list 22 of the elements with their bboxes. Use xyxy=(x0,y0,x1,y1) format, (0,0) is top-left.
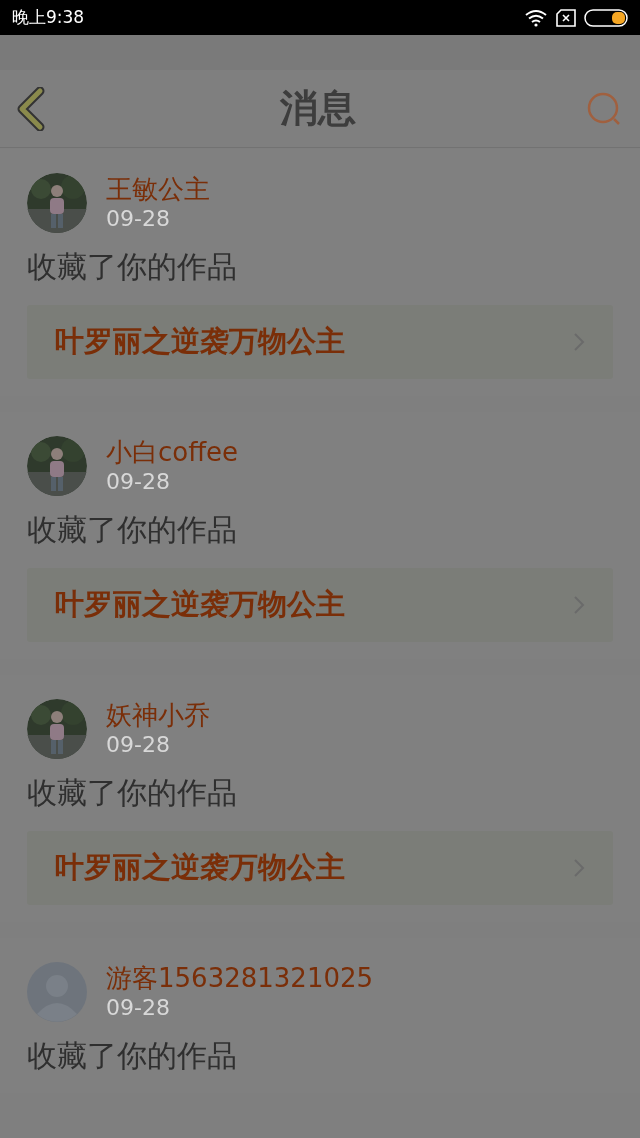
work-link[interactable]: 叶罗丽之逆袭万物公主 xyxy=(27,831,613,905)
message-date: 09-28 xyxy=(106,731,171,759)
message-text: 收藏了你的作品 xyxy=(27,1037,238,1075)
work-link[interactable]: 叶罗丽之逆袭万物公主 xyxy=(27,305,613,379)
message-date: 09-28 xyxy=(106,994,171,1022)
wifi-icon xyxy=(524,8,548,27)
status-time: 晚上9:38 xyxy=(12,5,85,29)
back-icon xyxy=(16,86,46,131)
message-date: 09-28 xyxy=(106,205,171,233)
message-text: 收藏了你的作品 xyxy=(27,248,238,286)
battery-icon xyxy=(584,8,628,27)
search-icon xyxy=(586,90,622,127)
work-link[interactable]: 叶罗丽之逆袭万物公主 xyxy=(27,568,613,642)
message-text: 收藏了你的作品 xyxy=(27,774,238,812)
message-text: 收藏了你的作品 xyxy=(27,511,238,549)
page-title: 消息 xyxy=(280,85,356,132)
user-name[interactable]: 王敏公主 xyxy=(106,173,210,205)
message-date: 09-28 xyxy=(106,468,171,496)
no-sim-icon xyxy=(556,8,576,27)
user-name[interactable]: 游客1563281321025 xyxy=(106,962,374,994)
user-name[interactable]: 小白coffee xyxy=(106,436,239,468)
user-name[interactable]: 妖神小乔 xyxy=(106,699,210,731)
